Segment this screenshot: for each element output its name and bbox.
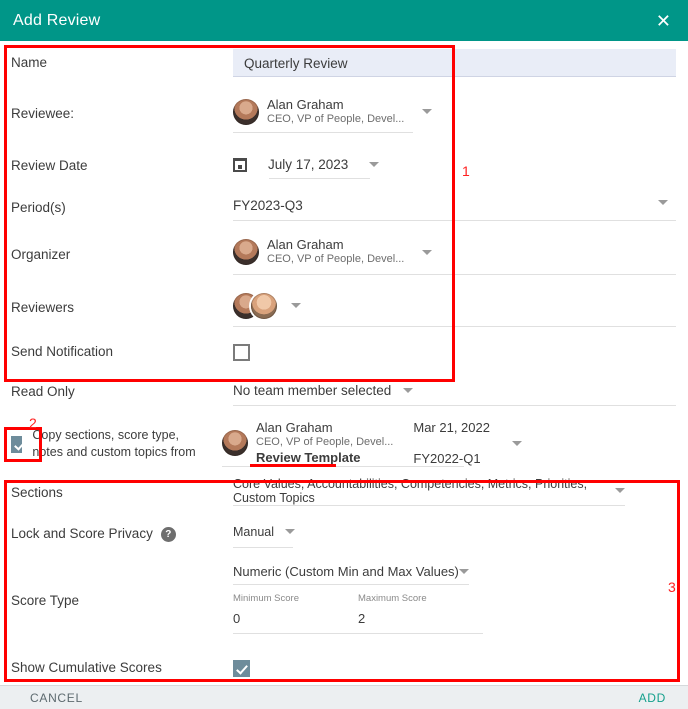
avatar bbox=[233, 98, 259, 125]
reviewee-name: Alan Graham bbox=[267, 96, 344, 112]
avatar bbox=[222, 430, 248, 456]
sections-underline bbox=[233, 505, 625, 506]
periods-value[interactable]: FY2023-Q3 bbox=[233, 198, 303, 213]
chevron-down-icon[interactable] bbox=[422, 249, 433, 255]
reviewee-underline bbox=[233, 132, 413, 133]
reviewers-avatars[interactable] bbox=[233, 292, 301, 319]
dialog-footer: CANCEL ADD bbox=[0, 685, 688, 709]
periods-underline bbox=[233, 220, 676, 221]
lock-privacy-value[interactable]: Manual bbox=[233, 525, 274, 539]
show-cumulative-checkbox[interactable] bbox=[233, 659, 250, 677]
max-score-group: Maximum Score 2 bbox=[358, 593, 483, 634]
organizer-label: Organizer bbox=[11, 246, 71, 262]
dialog-titlebar: Add Review ✕ bbox=[0, 0, 688, 41]
read-only-label: Read Only bbox=[11, 384, 75, 400]
max-score-input[interactable]: 2 bbox=[358, 611, 483, 626]
score-type-value[interactable]: Numeric (Custom Min and Max Values) bbox=[233, 564, 459, 579]
row-organizer: Organizer Alan Graham CEO, VP of People,… bbox=[0, 226, 688, 284]
chevron-down-icon[interactable] bbox=[369, 162, 380, 167]
row-lock-privacy: Lock and Score Privacy ? Manual bbox=[0, 512, 688, 557]
review-date-label: Review Date bbox=[11, 158, 88, 174]
send-notification-label: Send Notification bbox=[11, 344, 114, 360]
row-show-cumulative: Show Cumulative Scores bbox=[0, 646, 688, 685]
close-icon[interactable]: ✕ bbox=[653, 10, 674, 32]
sections-value[interactable]: Core Values, Accountabilities, Competenc… bbox=[233, 477, 615, 505]
min-score-label: Minimum Score bbox=[233, 593, 299, 604]
score-type-underline bbox=[233, 584, 469, 585]
lock-privacy-label-wrap: Lock and Score Privacy ? bbox=[11, 525, 222, 543]
row-score-type: Score Type Numeric (Custom Min and Max V… bbox=[0, 557, 688, 646]
chevron-down-icon[interactable] bbox=[511, 440, 522, 446]
organizer-role: CEO, VP of People, Devel... bbox=[267, 253, 405, 266]
name-label: Name bbox=[11, 55, 48, 71]
copy-from-checkbox[interactable] bbox=[11, 435, 23, 453]
show-cumulative-label: Show Cumulative Scores bbox=[11, 659, 162, 675]
max-score-label: Maximum Score bbox=[358, 593, 427, 604]
row-reviewee: Reviewee: Alan Graham CEO, VP of People,… bbox=[0, 86, 688, 143]
organizer-person[interactable]: Alan Graham CEO, VP of People, Devel... bbox=[233, 237, 433, 267]
review-date-value[interactable]: July 17, 2023 bbox=[268, 157, 348, 172]
copy-from-person-role: CEO, VP of People, Devel... bbox=[256, 436, 394, 449]
row-read-only: Read Only No team member selected bbox=[0, 372, 688, 413]
reviewers-underline bbox=[233, 326, 676, 327]
reviewee-label: Reviewee: bbox=[11, 106, 75, 122]
row-copy-from: Copy sections, score type, notes and cus… bbox=[0, 413, 688, 475]
calendar-icon[interactable] bbox=[233, 157, 247, 172]
row-sections: Sections Core Values, Accountabilities, … bbox=[0, 475, 688, 512]
add-review-dialog: Add Review ✕ Name Quarterly Review Revie… bbox=[0, 0, 688, 709]
copy-from-label: Copy sections, score type, notes and cus… bbox=[32, 428, 196, 459]
sections-label: Sections bbox=[11, 485, 63, 501]
chevron-down-icon[interactable] bbox=[459, 569, 469, 574]
review-date-underline bbox=[269, 178, 370, 179]
chevron-down-icon[interactable] bbox=[291, 303, 301, 308]
lock-privacy-label: Lock and Score Privacy bbox=[11, 526, 153, 542]
form-area: Name Quarterly Review Reviewee: Alan Gra… bbox=[0, 41, 688, 685]
reviewee-person[interactable]: Alan Graham CEO, VP of People, Devel... bbox=[233, 96, 433, 127]
min-score-underline bbox=[233, 633, 358, 634]
min-score-input[interactable]: 0 bbox=[233, 611, 358, 626]
chevron-down-icon[interactable] bbox=[403, 388, 414, 393]
copy-from-period: FY2022-Q1 bbox=[413, 451, 481, 466]
add-button[interactable]: ADD bbox=[639, 691, 666, 705]
row-name: Name Quarterly Review bbox=[0, 41, 688, 86]
chevron-down-icon[interactable] bbox=[422, 109, 433, 114]
organizer-name: Alan Graham bbox=[267, 237, 344, 252]
avatar bbox=[251, 292, 277, 319]
copy-from-template-name: Review Template bbox=[256, 449, 361, 465]
row-periods: Period(s) FY2023-Q3 bbox=[0, 190, 688, 226]
avatar bbox=[233, 239, 259, 265]
read-only-underline bbox=[233, 405, 676, 406]
reviewee-role: CEO, VP of People, Devel... bbox=[267, 112, 405, 125]
read-only-value[interactable]: No team member selected bbox=[233, 383, 391, 398]
help-icon[interactable]: ? bbox=[160, 527, 176, 542]
chevron-down-icon[interactable] bbox=[615, 488, 625, 493]
score-type-label: Score Type bbox=[11, 593, 80, 609]
cancel-button[interactable]: CANCEL bbox=[30, 691, 83, 705]
row-reviewers: Reviewers bbox=[0, 284, 688, 333]
dialog-title: Add Review bbox=[13, 11, 101, 29]
min-score-group: Minimum Score 0 bbox=[233, 593, 358, 634]
max-score-underline bbox=[358, 633, 483, 634]
row-send-notification: Send Notification bbox=[0, 333, 688, 372]
organizer-underline bbox=[233, 274, 676, 275]
reviewers-label: Reviewers bbox=[11, 300, 75, 316]
copy-from-template[interactable]: Alan Graham CEO, VP of People, Devel... … bbox=[222, 419, 522, 468]
chevron-down-icon[interactable] bbox=[658, 200, 668, 205]
send-notification-checkbox[interactable] bbox=[233, 344, 250, 361]
copy-from-date: Mar 21, 2022 bbox=[413, 419, 490, 435]
name-input[interactable]: Quarterly Review bbox=[222, 56, 348, 71]
periods-label: Period(s) bbox=[11, 199, 66, 215]
lock-privacy-underline bbox=[233, 547, 293, 548]
copy-from-person-name: Alan Graham bbox=[256, 419, 333, 435]
row-review-date: Review Date July 17, 2023 bbox=[0, 143, 688, 190]
chevron-down-icon[interactable] bbox=[285, 529, 295, 534]
